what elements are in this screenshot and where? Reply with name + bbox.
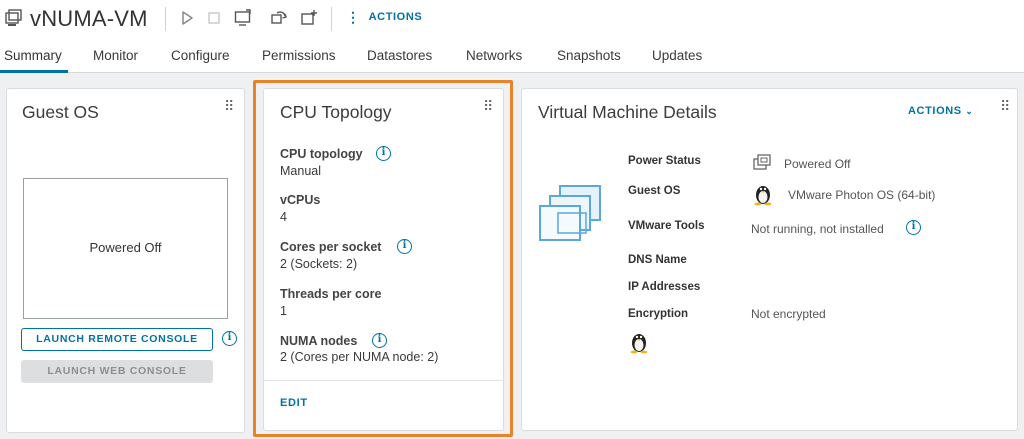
encryption-label: Encryption [628, 308, 689, 320]
powered-off-vm-icon [753, 154, 771, 170]
tab-datastores[interactable]: Datastores [367, 48, 432, 63]
tab-networks[interactable]: Networks [466, 48, 522, 63]
launch-web-console-button: LAUNCH WEB CONSOLE [21, 360, 213, 383]
guest-os-value: VMware Photon OS (64-bit) [788, 188, 936, 202]
linux-penguin-icon [630, 334, 648, 354]
info-icon[interactable]: i [222, 331, 237, 346]
vm-icon [5, 9, 22, 26]
tab-permissions[interactable]: Permissions [262, 48, 336, 63]
console-icon[interactable] [234, 9, 252, 27]
vm-details-title: Virtual Machine Details [538, 102, 717, 122]
encryption-value: Not encrypted [751, 307, 826, 321]
tab-monitor[interactable]: Monitor [93, 48, 138, 63]
dns-name-label: DNS Name [628, 254, 687, 266]
actions-label: ACTIONS [908, 105, 962, 117]
object-header: vNUMA-VM ⋮ ACTIONS [0, 0, 1024, 38]
actions-menu-button[interactable]: ⋮ ACTIONS [346, 10, 422, 24]
power-off-icon[interactable] [205, 9, 223, 27]
vmware-tools-value: Not running, not installed [751, 222, 884, 236]
launch-remote-console-button[interactable]: LAUNCH REMOTE CONSOLE [21, 328, 213, 351]
guest-os-label: Guest OS [628, 185, 681, 197]
toolbar-divider [331, 7, 332, 31]
power-on-icon[interactable] [178, 9, 196, 27]
guest-os-title: Guest OS [22, 102, 99, 122]
tab-updates[interactable]: Updates [652, 48, 702, 63]
grip-icon[interactable]: ⠿ [224, 99, 234, 113]
chevron-down-icon: ⌄ [965, 106, 974, 116]
migrate-icon[interactable] [270, 9, 288, 27]
vm-name-title: vNUMA-VM [30, 6, 148, 31]
grip-icon[interactable]: ⠿ [1000, 99, 1010, 113]
console-status-text: Powered Off [89, 240, 162, 255]
actions-label: ACTIONS [368, 11, 423, 23]
new-vm-icon[interactable] [300, 9, 318, 27]
power-status-value: Powered Off [784, 157, 851, 171]
tab-configure[interactable]: Configure [171, 48, 230, 63]
tab-snapshots[interactable]: Snapshots [557, 48, 621, 63]
active-tab-indicator [0, 70, 68, 73]
info-icon[interactable]: i [906, 220, 921, 235]
vm-details-actions-button[interactable]: ACTIONS ⌄ [908, 105, 974, 117]
toolbar-divider [165, 7, 166, 31]
ip-addresses-label: IP Addresses [628, 281, 701, 293]
linux-penguin-icon [754, 186, 772, 206]
tab-bar: Summary Monitor Configure Permissions Da… [0, 38, 1024, 73]
highlight-frame [253, 80, 513, 437]
tab-summary[interactable]: Summary [4, 48, 62, 63]
kebab-icon: ⋮ [346, 9, 361, 25]
vmware-tools-label: VMware Tools [628, 220, 705, 232]
vm-details-card [521, 88, 1018, 431]
console-preview[interactable]: Powered Off [23, 178, 228, 319]
power-status-label: Power Status [628, 155, 701, 167]
vm-stack-icon [539, 185, 601, 241]
